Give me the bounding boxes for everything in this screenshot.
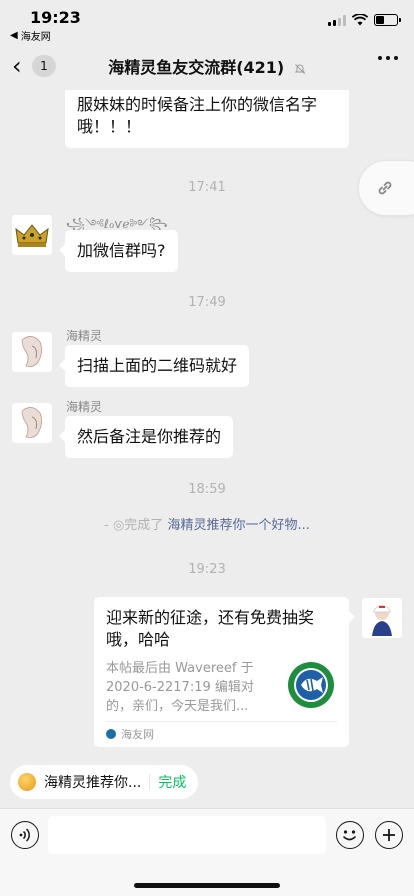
card-source: 海友网 [106,726,154,742]
message-bubble[interactable]: 哦！！！一定要让朋友在加海精灵客服妹妹的时候备注上你的微信名字哦！！！ [65,90,349,148]
status-indicators [328,14,401,26]
emoji-icon[interactable] [336,821,364,849]
back-triangle-icon: ◀ [10,30,18,41]
message-text: 哦！！！一定要让朋友在加海精灵客服妹妹的时候备注上你的微信名字哦！！！ [77,90,333,136]
status-time: 19:23 [30,8,81,27]
message-text: 扫描上面的二维码就好 [77,356,238,375]
home-indicator [134,883,280,888]
card-description: 本帖最后由 Wavereef 于 2020-6-2217:19 编辑对的，亲们，… [106,661,254,714]
timestamp: 19:23 [188,562,226,577]
signal-icon [328,14,346,26]
timestamp: 17:49 [188,295,226,310]
message-input[interactable] [48,816,326,854]
timestamp: 18:59 [188,482,226,497]
avatar[interactable] [12,403,52,443]
system-message: - ◎完成了 海精灵推荐你一个好物... [0,514,414,533]
avatar[interactable] [12,332,52,372]
pinned-task-bar[interactable]: 海精灵推荐你... 完成 [10,765,199,799]
chat-header: ‹ 1 海精灵鱼友交流群(421) [0,44,414,90]
voice-icon[interactable] [11,821,39,849]
mini-program-icon [18,773,36,791]
mute-icon [294,63,306,74]
system-text: - ◎完成了 [104,518,164,533]
avatar[interactable] [12,215,52,255]
sender-name: 海精灵 [66,329,103,343]
card-source-label: 海友网 [121,728,154,741]
sender-name: 海精灵 [66,400,103,414]
chat-area[interactable]: 哦！！！一定要让朋友在加海精灵客服妹妹的时候备注上你的微信名字哦！！！ 17:4… [0,90,414,756]
portrait-avatar-icon [12,332,52,372]
crown-avatar-icon [12,215,52,255]
message-text: 然后备注是你推荐的 [77,427,222,446]
message-text: 加微信群吗? [77,241,166,260]
card-title: 迎来新的征途，还有免费抽奖哦，哈哈 [106,608,315,649]
message-bubble[interactable]: 扫描上面的二维码就好 [58,345,250,387]
card-divider [106,721,337,722]
message-bubble[interactable]: 加微信群吗? [59,230,178,272]
status-bar: 19:23 ◀ 海友网 [0,0,414,44]
fish-logo-icon [288,662,334,708]
portrait-avatar-icon [12,403,52,443]
message-bubble[interactable]: 然后备注是你推荐的 [58,416,234,458]
back-to-app[interactable]: ◀ 海友网 [10,28,51,43]
chat-title: 海精灵鱼友交流群(421) [108,58,285,77]
my-avatar[interactable] [362,598,402,638]
chat-title-wrap: 海精灵鱼友交流群(421) [0,54,414,78]
pinned-task-label: 海精灵推荐你... [44,775,142,791]
timestamp: 17:41 [188,180,226,195]
source-logo-icon [106,729,116,739]
plus-icon[interactable] [375,821,403,849]
pinned-separator [149,774,151,790]
input-bar [0,808,414,896]
battery-icon [374,14,401,26]
shared-link-card[interactable]: 迎来新的征途，还有免费抽奖哦，哈哈 本帖最后由 Wavereef 于 2020-… [94,597,355,747]
more-icon[interactable] [378,56,398,60]
wifi-icon [352,14,368,26]
back-app-label: 海友网 [20,32,51,43]
person-avatar-icon [362,598,402,638]
system-link[interactable]: 海精灵推荐你一个好物... [167,518,309,533]
done-button[interactable]: 完成 [158,772,186,792]
